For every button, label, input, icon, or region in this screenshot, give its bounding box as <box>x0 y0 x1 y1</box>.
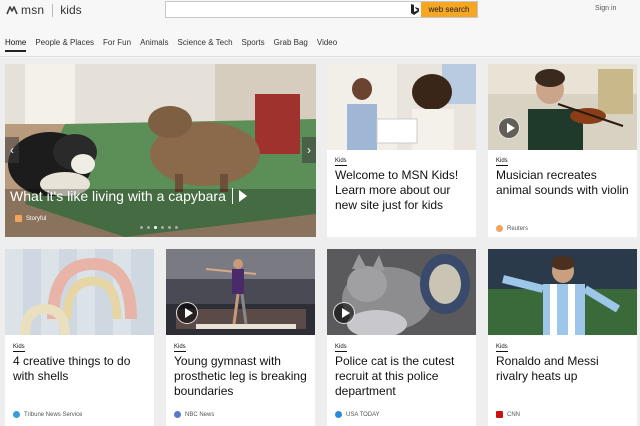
category-badge[interactable]: Kids <box>335 158 347 166</box>
bing-icon <box>411 4 419 15</box>
story-source: Tribune News Service <box>13 411 82 418</box>
nav-divider <box>0 56 640 57</box>
story-thumbnail <box>327 64 476 150</box>
story-title[interactable]: Musician recreates animal sounds with vi… <box>496 168 631 198</box>
header: msn kids web search Sign in Home People … <box>0 0 640 58</box>
play-icon[interactable] <box>238 190 247 202</box>
tribune-icon <box>13 411 20 418</box>
story-source: USA TODAY <box>335 411 380 418</box>
nbc-icon <box>174 411 181 418</box>
sign-in-link[interactable]: Sign in <box>595 5 616 12</box>
story-card[interactable]: Kids 4 creative things to do with shells… <box>5 249 154 426</box>
story-source-name: NBC News <box>185 411 215 418</box>
msn-logo[interactable]: msn kids <box>6 3 82 17</box>
story-source: CNN <box>496 411 520 418</box>
category-badge[interactable]: Kids <box>13 344 25 352</box>
nav-item-grab-bag[interactable]: Grab Bag <box>274 38 308 52</box>
story-title[interactable]: Welcome to MSN Kids! Learn more about ou… <box>335 168 470 213</box>
hero-carousel[interactable]: ‹ › <box>5 64 316 237</box>
nav-item-sports[interactable]: Sports <box>242 38 265 52</box>
story-title[interactable]: Police cat is the cutest recruit at this… <box>335 354 470 399</box>
story-title[interactable]: Ronaldo and Messi rivalry heats up <box>496 354 631 384</box>
hero-source: Storyful <box>15 215 46 222</box>
story-card[interactable]: Kids Ronaldo and Messi rivalry heats up … <box>488 249 637 426</box>
category-badge[interactable]: Kids <box>496 344 508 352</box>
carousel-dot[interactable] <box>140 226 143 229</box>
carousel-dots <box>140 226 182 229</box>
search-box: web search <box>165 1 478 18</box>
web-search-button[interactable]: web search <box>421 2 477 17</box>
story-source: NBC News <box>174 411 214 418</box>
carousel-dot[interactable] <box>161 226 164 229</box>
logo-section-text[interactable]: kids <box>60 3 81 17</box>
nav-item-video[interactable]: Video <box>317 38 337 52</box>
nav-bar: Home People & Places For Fun Animals Sci… <box>5 38 346 52</box>
video-play-icon[interactable] <box>498 117 520 139</box>
nav-item-science-tech[interactable]: Science & Tech <box>178 38 233 52</box>
carousel-prev-button[interactable]: ‹ <box>5 137 19 163</box>
story-source-name: CNN <box>507 411 520 418</box>
category-badge[interactable]: Kids <box>335 344 347 352</box>
nav-item-people-places[interactable]: People & Places <box>35 38 94 52</box>
story-title[interactable]: Young gymnast with prosthetic leg is bre… <box>174 354 309 399</box>
story-source: Reuters <box>496 225 528 232</box>
story-source-name: USA TODAY <box>346 411 380 418</box>
nav-item-for-fun[interactable]: For Fun <box>103 38 131 52</box>
carousel-dot[interactable] <box>147 226 150 229</box>
story-thumbnail <box>5 249 154 335</box>
nav-item-animals[interactable]: Animals <box>140 38 168 52</box>
story-thumbnail <box>488 249 637 335</box>
story-card[interactable]: Kids Musician recreates animal sounds wi… <box>488 64 637 237</box>
story-title[interactable]: 4 creative things to do with shells <box>13 354 148 384</box>
hero-title-text: What it's like living with a capybara <box>10 188 226 204</box>
video-play-icon[interactable] <box>333 302 355 324</box>
usa-today-icon <box>335 411 342 418</box>
nav-item-home[interactable]: Home <box>5 38 27 52</box>
storyful-icon <box>15 215 22 222</box>
hero-source-name: Storyful <box>26 215 47 222</box>
carousel-dot-active[interactable] <box>154 226 157 229</box>
carousel-dot[interactable] <box>175 226 178 229</box>
story-source-name: Reuters <box>507 225 529 232</box>
story-card[interactable]: Kids Police cat is the cutest recruit at… <box>327 249 476 426</box>
cnn-icon <box>496 411 503 418</box>
search-input[interactable] <box>166 2 406 17</box>
story-source-name: Tribune News Service <box>24 411 83 418</box>
hero-image <box>5 64 316 237</box>
story-card[interactable]: Kids Young gymnast with prosthetic leg i… <box>166 249 315 426</box>
carousel-next-button[interactable]: › <box>302 137 316 163</box>
category-badge[interactable]: Kids <box>496 158 508 166</box>
carousel-dot[interactable] <box>168 226 171 229</box>
story-card[interactable]: Kids Welcome to MSN Kids! Learn more abo… <box>327 64 476 237</box>
category-badge[interactable]: Kids <box>174 344 186 352</box>
hero-title-divider <box>231 188 233 204</box>
logo-msn-text: msn <box>21 3 45 17</box>
hero-title[interactable]: What it's like living with a capybara <box>10 188 247 204</box>
reuters-icon <box>496 225 503 232</box>
logo-divider <box>52 3 54 17</box>
msn-butterfly-icon <box>6 6 18 15</box>
video-play-icon[interactable] <box>176 302 198 324</box>
